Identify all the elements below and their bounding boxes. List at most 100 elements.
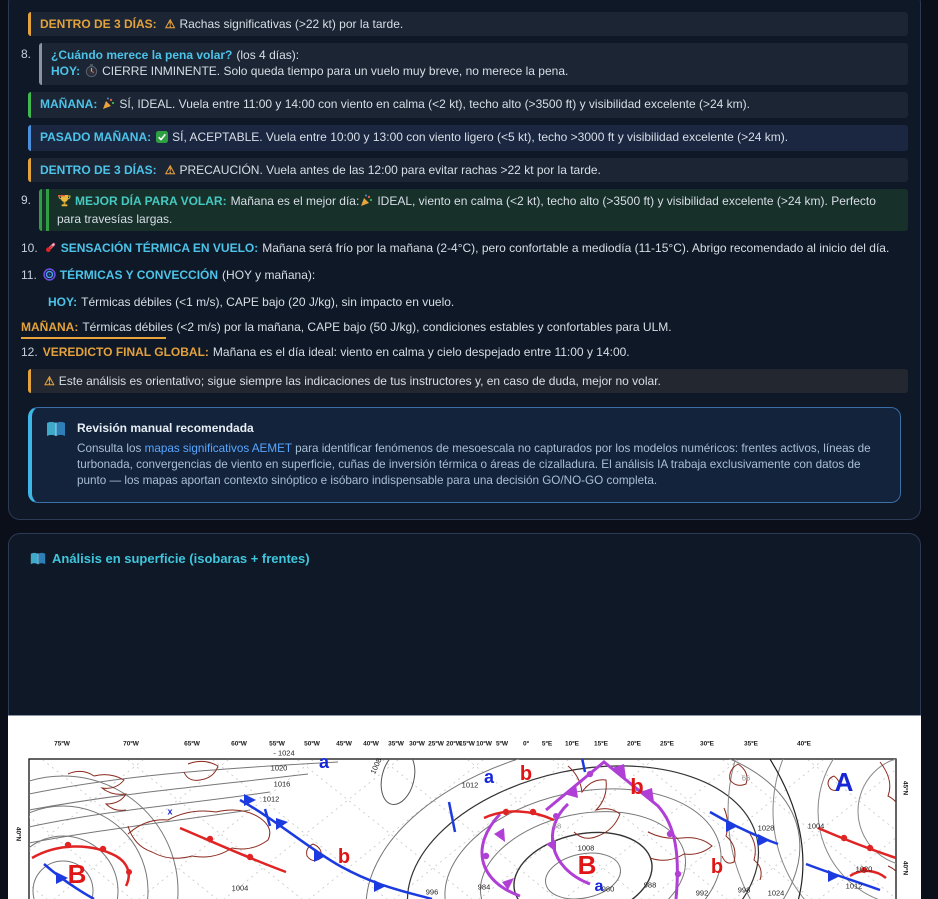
longitude-tick-label: 50ºW (304, 741, 320, 748)
item-12-number: 12. (21, 345, 38, 359)
surface-analysis-map: 75ºW70ºW65ºW60ºW55ºW50ºW45ºW40ºW35ºW30ºW… (8, 715, 921, 899)
warning-icon: ⚠ (165, 17, 176, 31)
low-pressure-letter: b (520, 764, 532, 784)
longitude-tick-label: 55ºW (269, 741, 285, 748)
party-popper-icon (102, 97, 115, 114)
longitude-tick-label: 25ºE (660, 741, 674, 748)
callout-dentro-3-dias-hoy: DENTRO DE 3 DÍAS: ⚠Rachas significativas … (21, 12, 908, 36)
callout-manana: MAÑANA: SÍ, IDEAL. Vuela entre 11:00 y 14… (21, 92, 908, 118)
open-book-icon (46, 421, 66, 489)
pressure-label: 1012 (462, 781, 479, 790)
item-9-best-day: 9. MEJOR DÍA PARA VOLAR:Mañana es el mej… (21, 189, 908, 231)
item-8: 8. ¿Cuándo merece la pena volar?(los 4 d… (21, 43, 908, 85)
item-11-suffix: (HOY y mañana): (222, 268, 315, 282)
disclaimer-callout: ⚠ Este análisis es orientativo; sigue sie… (21, 369, 908, 393)
veredicto-text: Mañana es el día ideal: viento en calma … (213, 345, 630, 359)
pasado-manana-text: SÍ, ACEPTABLE. Vuela entre 10:00 y 13:00… (172, 130, 788, 144)
dentro-3-dias-text: PRECAUCIÓN. Vuela antes de las 12:00 par… (179, 163, 600, 177)
item-10-label: SENSACIÓN TÉRMICA EN VUELO: (61, 241, 259, 255)
manual-review-title: Revisión manual recomendada (77, 421, 886, 435)
pressure-label: 68 (553, 822, 561, 831)
longitude-tick-label: 40ºE (797, 741, 811, 748)
pressure-label: 998 (738, 886, 751, 895)
party-popper-icon (360, 194, 373, 211)
pressure-label: 1012 (846, 882, 863, 891)
item-11-manana: MAÑANA:Térmicas débiles (<2 m/s) por la … (21, 319, 908, 335)
low-pressure-letter: b (711, 857, 723, 877)
thermometer-icon (44, 241, 57, 258)
pressure-label: 992 (696, 889, 709, 898)
longitude-tick-label: 70ºW (123, 741, 139, 748)
pasado-manana-label: PASADO MAÑANA: (40, 130, 151, 144)
pressure-label: 984 (478, 883, 491, 892)
hoy-label: HOY: (51, 64, 80, 78)
hoy-text: CIERRE INMINENTE. Solo queda tiempo para… (102, 64, 568, 78)
pressure-label: 1012 (263, 795, 280, 804)
pressure-label: 980 (602, 885, 615, 894)
longitude-tick-label: 10ºE (565, 741, 579, 748)
longitude-tick-label: 45ºW (336, 741, 352, 748)
manana-label: MAÑANA: (40, 97, 97, 111)
disclaimer-text: Este análisis es orientativo; sigue siem… (59, 374, 661, 388)
callout-dentro-3-dias-precaucion: DENTRO DE 3 DÍAS: ⚠PRECAUCIÓN. Vuela ante… (21, 158, 908, 182)
check-icon (156, 131, 168, 147)
hoy-text: Térmicas débiles (<1 m/s), CAPE bajo (20… (81, 295, 454, 309)
pressure-label: 1004 (232, 884, 249, 893)
longitude-tick-label: 25ºW (428, 741, 444, 748)
analysis-card: DENTRO DE 3 DÍAS:⚠Rachas significativas … (8, 0, 921, 520)
veredicto-label: VEREDICTO FINAL GLOBAL: (43, 345, 209, 359)
aemet-maps-link[interactable]: mapas significativos AEMET (145, 442, 292, 455)
page: DENTRO DE 3 DÍAS:⚠Rachas significativas … (0, 0, 938, 899)
dentro-3-dias-label: DENTRO DE 3 DÍAS: (40, 17, 157, 31)
surface-section-title: Análisis en superficie (isobaras + frent… (30, 551, 908, 569)
item-9-number: 9. (21, 189, 39, 207)
item-8-number: 8. (21, 43, 39, 61)
longitude-tick-label: 20ºE (627, 741, 641, 748)
map-spacer (21, 569, 908, 715)
high-pressure-letter: a (319, 753, 329, 771)
dentro-3-dias-label: DENTRO DE 3 DÍAS: (40, 163, 157, 177)
open-book-icon (30, 552, 46, 569)
manual-review-box: Revisión manual recomendada Consulta los… (28, 407, 901, 503)
pressure-label: 66 (742, 774, 750, 783)
pressure-label: 1016 (274, 780, 291, 789)
pressure-label: 1004 (808, 822, 825, 831)
item-10: 10.SENSACIÓN TÉRMICA EN VUELO:Mañana ser… (21, 240, 908, 258)
longitude-tick-label: 65ºW (184, 741, 200, 748)
callout-pasado-manana: PASADO MAÑANA: SÍ, ACEPTABLE. Vuela entre… (21, 125, 908, 151)
pressure-label: 1028 (758, 824, 775, 833)
longitude-tick-label: 15ºE (594, 741, 608, 748)
high-pressure-letter: a (484, 768, 494, 786)
dentro-3-dias-text: Rachas significativas (>22 kt) por la ta… (179, 17, 403, 31)
cyclone-icon (43, 268, 56, 285)
latitude-tick-label: 40ºN (902, 861, 909, 875)
item-12-veredicto: 12. VEREDICTO FINAL GLOBAL: Mañana es el d… (21, 344, 908, 360)
manana-termicas-text: Térmicas débiles (<2 m/s) por la mañana,… (82, 320, 671, 334)
manana-text: SÍ, IDEAL. Vuela entre 11:00 y 14:00 con… (119, 97, 750, 111)
item-11-label: TÉRMICAS Y CONVECCIÓN (60, 268, 218, 282)
item-11: 11. TÉRMICAS Y CONVECCIÓN (HOY y mañana): (21, 267, 908, 285)
warning-icon: ⚠ (44, 374, 55, 388)
longitude-tick-label: 30ºW (409, 741, 425, 748)
manual-review-body: Consulta los mapas significativos AEMET … (77, 441, 886, 489)
best-day-label: MEJOR DÍA PARA VOLAR: (75, 194, 227, 208)
longitude-tick-label: 35ºW (388, 741, 404, 748)
warning-icon: ⚠ (165, 163, 176, 177)
pressure-label: 996 (426, 888, 439, 897)
item-11-number: 11. (21, 268, 37, 282)
trophy-icon (58, 194, 71, 211)
pressure-label: 988 (644, 881, 657, 890)
longitude-tick-label: 30ºE (700, 741, 714, 748)
low-pressure-letter: B (68, 861, 87, 887)
longitude-tick-label: 35ºE (744, 741, 758, 748)
longitude-tick-label: 5ºE (542, 741, 552, 748)
longitude-tick-label: 40ºW (363, 741, 379, 748)
low-pressure-letter: b (630, 776, 643, 798)
longitude-tick-label: 15ºW (459, 741, 475, 748)
low-pressure-letter: b (338, 847, 350, 867)
longitude-tick-label: 5ºW (496, 741, 508, 748)
pressure-label: 1020 (271, 764, 288, 773)
longitude-tick-label: 60ºW (231, 741, 247, 748)
longitude-tick-label: 0º (523, 741, 529, 748)
high-pressure-letter: A (835, 769, 854, 795)
